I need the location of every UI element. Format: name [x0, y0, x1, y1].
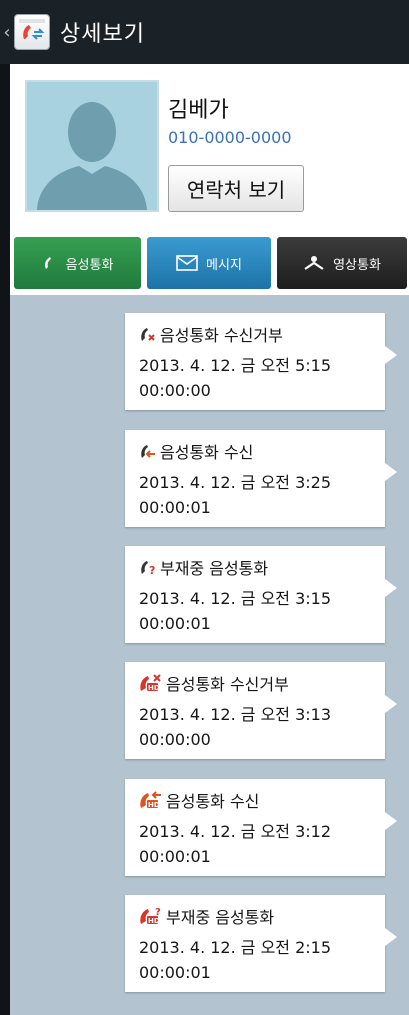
call-log-item[interactable]: HD 음성통화 수신거부 2013. 4. 12. 금 오전 3:13 00:0… — [125, 662, 397, 759]
call-datetime: 2013. 4. 12. 금 오전 2:15 — [139, 938, 332, 957]
call-type-row: 음성통화 수신 — [139, 439, 253, 463]
call-missed-icon: ? — [139, 558, 157, 576]
title-bar: ‹ 상세보기 — [0, 0, 409, 64]
call-log-list: 음성통화 수신거부 2013. 4. 12. 금 오전 5:15 00:00:0… — [10, 295, 409, 1015]
person-silhouette-icon — [37, 102, 147, 210]
phone-log-icon[interactable] — [14, 14, 50, 50]
message-label: 메시지 — [206, 257, 242, 273]
call-type: 음성통화 수신거부 — [160, 326, 283, 345]
voice-call-label: 음성통화 — [65, 257, 114, 273]
contact-profile: 김베가 010-0000-0000 연락처 보기 — [10, 64, 409, 227]
call-type-row: HD 음성통화 수신 — [139, 788, 259, 812]
message-button[interactable]: 메시지 — [147, 237, 271, 289]
contact-photo — [25, 80, 159, 212]
hd-call-rejected-icon: HD — [139, 673, 163, 693]
call-type: 음성통화 수신 — [166, 792, 260, 811]
bubble-pointer — [385, 928, 397, 946]
view-contact-button[interactable]: 연락처 보기 — [168, 165, 304, 212]
svg-text:HD: HD — [148, 917, 160, 925]
action-bar: 음성통화 메시지 영상통화 — [10, 227, 409, 295]
call-log-item[interactable]: HD 음성통화 수신 2013. 4. 12. 금 오전 3:12 00:00:… — [125, 779, 397, 876]
chevron-left-icon[interactable]: ‹ — [2, 0, 12, 64]
call-log-item[interactable]: 음성통화 수신거부 2013. 4. 12. 금 오전 5:15 00:00:0… — [125, 313, 397, 410]
call-duration: 00:00:01 — [139, 847, 211, 866]
voice-call-button[interactable]: 음성통화 — [14, 237, 141, 289]
call-type: 음성통화 수신거부 — [166, 675, 289, 694]
call-duration: 00:00:01 — [139, 963, 211, 982]
call-datetime: 2013. 4. 12. 금 오전 5:15 — [139, 356, 332, 375]
call-type: 부재중 음성통화 — [166, 908, 275, 927]
bubble-pointer — [385, 695, 397, 713]
svg-text:HD: HD — [148, 684, 160, 692]
call-duration: 00:00:01 — [139, 498, 211, 517]
call-duration: 00:00:00 — [139, 730, 211, 749]
video-call-button[interactable]: 영상통화 — [277, 237, 407, 289]
contact-phone-number[interactable]: 010-0000-0000 — [168, 128, 292, 147]
hd-call-missed-icon: HD? — [139, 906, 163, 926]
bubble-pointer — [385, 346, 397, 364]
call-type-row: HD 음성통화 수신거부 — [139, 671, 289, 695]
call-datetime: 2013. 4. 12. 금 오전 3:12 — [139, 822, 332, 841]
page-title: 상세보기 — [60, 22, 145, 47]
bubble-pointer — [385, 812, 397, 830]
call-duration: 00:00:01 — [139, 614, 211, 633]
call-duration: 00:00:00 — [139, 381, 211, 400]
call-log-item[interactable]: HD? 부재중 음성통화 2013. 4. 12. 금 오전 2:15 00:0… — [125, 895, 397, 992]
call-rejected-icon — [139, 325, 157, 343]
phone-handset-icon — [42, 255, 58, 271]
call-type-row: 음성통화 수신거부 — [139, 322, 283, 346]
call-type-row: HD? 부재중 음성통화 — [139, 904, 274, 928]
call-log-item[interactable]: 음성통화 수신 2013. 4. 12. 금 오전 3:25 00:00:01 — [125, 430, 397, 527]
video-person-icon — [303, 255, 325, 271]
call-datetime: 2013. 4. 12. 금 오전 3:25 — [139, 473, 332, 492]
call-received-icon — [139, 442, 157, 460]
call-type-row: ? 부재중 음성통화 — [139, 555, 268, 579]
call-type: 부재중 음성통화 — [160, 559, 269, 578]
bubble-pointer — [385, 463, 397, 481]
call-type: 음성통화 수신 — [160, 443, 254, 462]
call-datetime: 2013. 4. 12. 금 오전 3:15 — [139, 589, 332, 608]
call-log-item[interactable]: ? 부재중 음성통화 2013. 4. 12. 금 오전 3:15 00:00:… — [125, 546, 397, 643]
contact-name: 김베가 — [168, 98, 229, 123]
call-datetime: 2013. 4. 12. 금 오전 3:13 — [139, 705, 332, 724]
hd-call-received-icon: HD — [139, 790, 163, 810]
bubble-pointer — [385, 579, 397, 597]
svg-text:?: ? — [155, 907, 161, 918]
svg-text:HD: HD — [148, 801, 160, 809]
svg-text:?: ? — [149, 564, 155, 576]
envelope-icon — [176, 255, 198, 271]
video-call-label: 영상통화 — [333, 257, 381, 273]
